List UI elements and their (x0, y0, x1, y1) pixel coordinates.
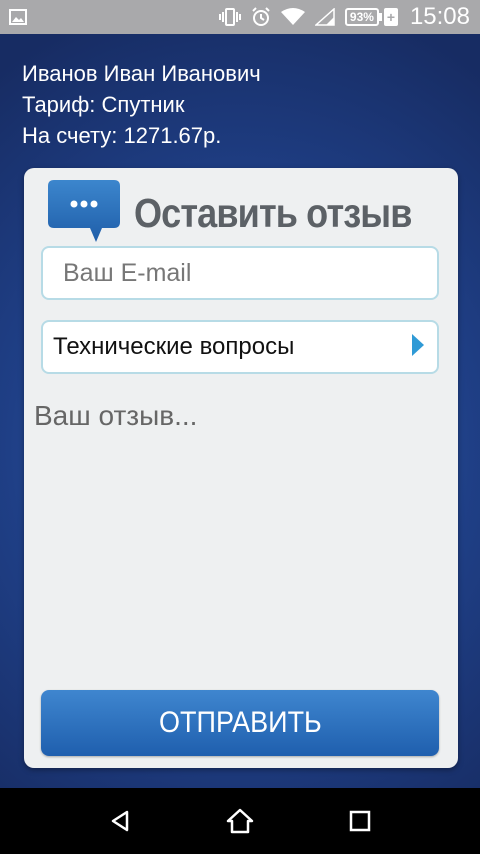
review-textarea[interactable] (34, 400, 444, 670)
back-icon[interactable] (100, 801, 140, 841)
alarm-icon (251, 7, 271, 27)
status-bar: 93% + 15:08 (0, 0, 480, 34)
category-select[interactable]: Технические вопросы (41, 320, 439, 374)
wifi-icon (280, 8, 305, 26)
clock: 15:08 (409, 3, 470, 30)
feedback-title: Оставить отзыв (134, 189, 412, 236)
account-info: Иванов Иван Иванович Тариф: Спутник На с… (22, 58, 261, 151)
email-field[interactable] (41, 246, 439, 300)
submit-label: ОТПРАВИТЬ (158, 706, 322, 739)
recents-icon[interactable] (340, 801, 380, 841)
account-name: Иванов Иван Иванович (22, 61, 261, 86)
vibrate-icon (218, 8, 241, 26)
account-balance: На счету: 1271.67р. (22, 123, 222, 148)
image-notification-icon (0, 9, 36, 25)
category-selected-value: Технические вопросы (53, 333, 295, 360)
battery-icon: 93% + (344, 8, 398, 26)
navigation-bar (0, 788, 480, 854)
home-icon[interactable] (220, 801, 260, 841)
app-screen: Иванов Иван Иванович Тариф: Спутник На с… (0, 34, 480, 788)
triangle-right-icon[interactable] (411, 333, 425, 362)
chat-bubble-icon (46, 178, 122, 248)
submit-button[interactable]: ОТПРАВИТЬ (41, 690, 439, 756)
email-input[interactable] (63, 258, 437, 288)
charging-icon: + (383, 8, 398, 26)
account-tariff: Тариф: Спутник (22, 92, 185, 117)
battery-percent: 93% (344, 8, 379, 26)
feedback-card: Оставить отзыв Технические вопросы ОТПРА… (24, 168, 458, 768)
feedback-header: Оставить отзыв (46, 178, 449, 248)
cell-signal-icon (314, 8, 335, 26)
